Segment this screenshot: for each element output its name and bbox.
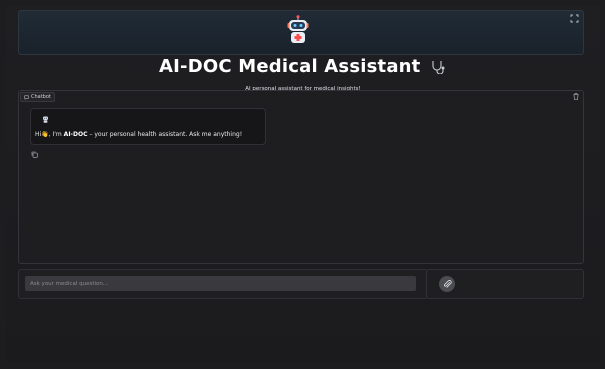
input-panel [18,269,428,299]
chatbot-label: Chatbot [20,92,55,102]
message-text-suffix: – your personal health assistant. Ask me… [87,131,243,138]
bot-message: Hi👋, I'm AI-DOC – your personal health a… [30,108,266,145]
message-bold-name: AI-DOC [63,131,88,138]
chatbot-label-text: Chatbot [31,94,51,100]
attach-panel [426,269,584,299]
page-title: AI-DOC Medical Assistant [6,56,600,77]
question-input[interactable] [25,276,416,291]
app-page: AI-DOC Medical Assistant AI personal ass… [6,6,600,363]
message-text-mid: , I'm [48,131,64,138]
attach-button[interactable] [439,276,455,292]
chatbot-panel: Chatbot Hi👋, I'm AI-DOC – your personal … [18,90,584,264]
robot-doctor-icon [287,15,309,43]
bot-message-text: Hi👋, I'm AI-DOC – your personal health a… [35,131,242,138]
trash-icon[interactable] [573,93,579,100]
waving-hand-icon: 👋 [41,131,49,138]
paperclip-icon [443,279,452,288]
copy-icon[interactable] [31,151,38,158]
fullscreen-icon[interactable] [570,14,579,23]
bot-avatar-icon [43,116,48,123]
chat-bubble-icon [24,95,29,100]
page-title-text: AI-DOC Medical Assistant [159,56,421,77]
stethoscope-icon [432,61,445,74]
header-banner [18,10,584,55]
